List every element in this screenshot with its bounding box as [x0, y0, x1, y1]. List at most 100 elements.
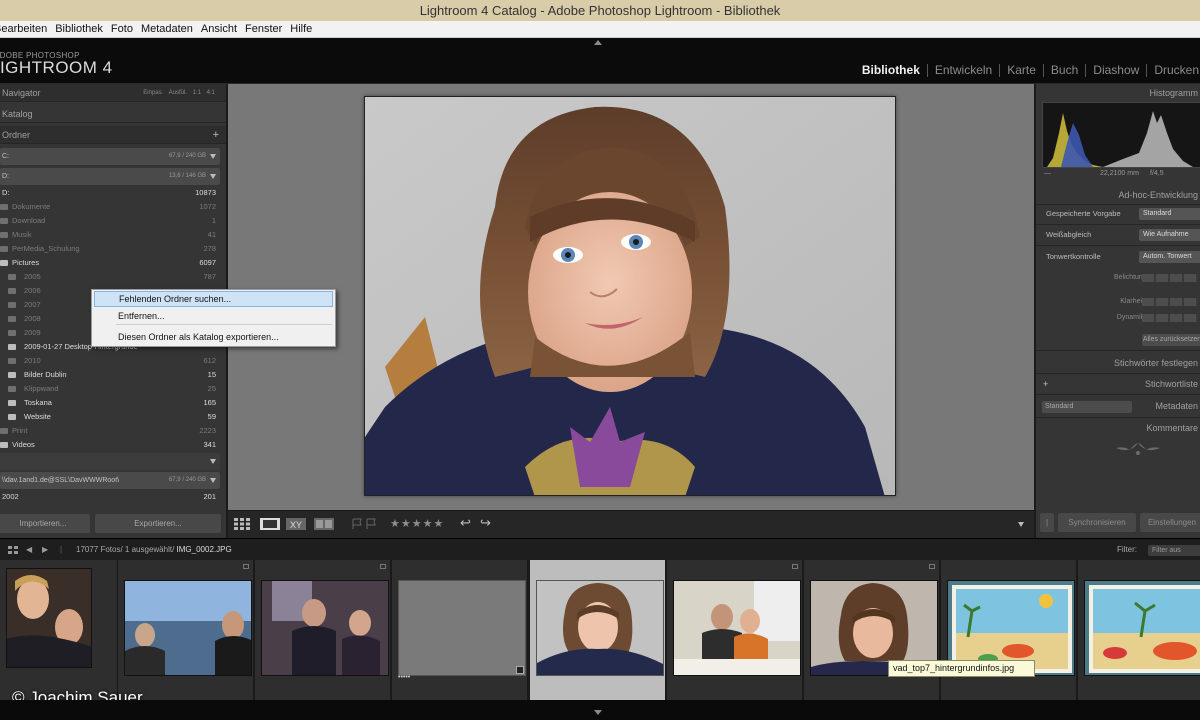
- main-photo[interactable]: [364, 96, 896, 496]
- module-drucken[interactable]: Drucken: [1146, 64, 1200, 77]
- folder-row[interactable]: D: 10873: [0, 186, 220, 200]
- reset-all-button[interactable]: Alles zurücksetzen: [1142, 334, 1200, 346]
- folder-count: 41: [207, 230, 216, 239]
- rotate-right-icon[interactable]: ↪: [480, 515, 491, 531]
- metadata-preset-select[interactable]: Standard: [1042, 401, 1132, 413]
- find-missing-folder-item[interactable]: Fehlenden Ordner suchen...: [94, 291, 333, 307]
- metadata-header[interactable]: Standard Metadaten: [1036, 397, 1200, 415]
- folder-row[interactable]: Videos 341: [0, 438, 220, 452]
- folder-row[interactable]: PerMedia_Schulung 278: [0, 242, 220, 256]
- filmstrip-thumbnail-selected[interactable]: [530, 560, 666, 700]
- menu-fenster[interactable]: Fenster: [241, 21, 286, 37]
- auto-tone-button[interactable]: Autom. Tonwert: [1139, 251, 1200, 263]
- collapse-top-arrow-icon[interactable]: [594, 40, 602, 45]
- folder-icon: [0, 218, 8, 224]
- clarity-row[interactable]: Klarheit: [1036, 296, 1200, 308]
- navigator-header[interactable]: Navigator Einpas. Ausfül. 1:1 4:1: [0, 84, 226, 102]
- survey-view-icon[interactable]: [314, 518, 334, 530]
- folder-icon: [0, 428, 8, 434]
- back-arrow-icon[interactable]: ◀: [26, 539, 32, 561]
- volume-webdav-expand-icon[interactable]: [210, 478, 216, 483]
- saved-preset-row[interactable]: Gespeicherte Vorgabe Standard: [1036, 206, 1200, 222]
- keywording-header[interactable]: Stichwörter festlegen: [1036, 354, 1200, 372]
- histogram-header[interactable]: Histogramm: [1036, 84, 1200, 102]
- filter-select[interactable]: Filter aus: [1148, 545, 1200, 556]
- folder-row[interactable]: Klippwand 25: [0, 382, 220, 396]
- sync-button[interactable]: Synchronisieren: [1058, 513, 1136, 532]
- sync-settings-button[interactable]: Einstellungen: [1140, 513, 1200, 532]
- menu-metadaten[interactable]: Metadaten: [137, 21, 197, 37]
- clarity-label: Klarheit: [1120, 298, 1144, 305]
- module-bibliothek[interactable]: Bibliothek: [855, 64, 927, 77]
- folder-row[interactable]: Print 2223: [0, 424, 220, 438]
- vibrance-row[interactable]: Dynamik: [1036, 312, 1200, 324]
- filmstrip-thumbnail[interactable]: [1078, 560, 1200, 700]
- folder-row[interactable]: Dokumente 1072: [0, 200, 220, 214]
- menu-bearbeiten[interactable]: Bearbeiten: [0, 21, 51, 37]
- folders-header[interactable]: Ordner +: [0, 126, 226, 144]
- sync-toggle[interactable]: |: [1040, 513, 1054, 532]
- export-button[interactable]: Exportieren...: [95, 514, 221, 533]
- filmstrip-thumbnail[interactable]: [941, 560, 1077, 700]
- toolbar-options-icon[interactable]: [1018, 522, 1024, 527]
- filmstrip-info[interactable]: 17077 Fotos/ 1 ausgewählt/ IMG_0002.JPG: [76, 539, 232, 561]
- comments-header[interactable]: Kommentare: [1036, 419, 1200, 437]
- forward-arrow-icon[interactable]: ▶: [42, 539, 48, 561]
- menu-hilfe[interactable]: Hilfe: [286, 21, 316, 37]
- export-as-catalog-item[interactable]: Diesen Ordner als Katalog exportieren...: [94, 329, 333, 345]
- folder-row[interactable]: Website 59: [0, 410, 220, 424]
- volume-c-expand-icon[interactable]: [210, 154, 216, 159]
- folder-row[interactable]: Download 1: [0, 214, 220, 228]
- module-buch[interactable]: Buch: [1042, 64, 1085, 77]
- folder-row[interactable]: 2002 201: [0, 490, 220, 504]
- tone-control-row[interactable]: Tonwertkontrolle Autom. Tonwert: [1036, 249, 1200, 265]
- folder-row[interactable]: Toskana 165: [0, 396, 220, 410]
- volume-d-expand-icon[interactable]: [210, 174, 216, 179]
- module-diashow[interactable]: Diashow: [1085, 64, 1146, 77]
- folder-row[interactable]: 2010 612: [0, 354, 220, 368]
- menu-foto[interactable]: Foto: [107, 21, 137, 37]
- loupe-view-icon[interactable]: [260, 518, 280, 530]
- remove-item[interactable]: Entfernen...: [94, 308, 333, 324]
- quick-develop-header[interactable]: Ad-hoc-Entwicklung: [1036, 186, 1200, 204]
- import-button[interactable]: Importieren...: [0, 514, 90, 533]
- clarity-stepper[interactable]: [1142, 298, 1198, 306]
- rotate-left-icon[interactable]: ↩: [460, 515, 471, 531]
- keyword-list-header[interactable]: + Stichwortliste: [1036, 375, 1200, 393]
- compare-view-icon[interactable]: XY: [286, 518, 306, 530]
- add-folder-icon[interactable]: +: [213, 126, 219, 144]
- filmstrip-thumbnail[interactable]: [255, 560, 391, 700]
- filmstrip-thumbnail[interactable]: •••••: [392, 560, 528, 700]
- exposure-row[interactable]: Belichtung: [1036, 272, 1200, 284]
- white-balance-row[interactable]: Weißabgleich Wie Aufnahme: [1036, 227, 1200, 243]
- collapse-bottom-arrow-icon[interactable]: [594, 710, 602, 715]
- grid-view-icon[interactable]: [234, 518, 250, 530]
- module-karte[interactable]: Karte: [999, 64, 1043, 77]
- folder-row[interactable]: Musik 41: [0, 228, 220, 242]
- folder-row[interactable]: 2005 787: [0, 270, 220, 284]
- add-keyword-icon[interactable]: +: [1043, 375, 1048, 393]
- filmstrip-thumbnail[interactable]: [118, 560, 254, 700]
- divider: |: [60, 545, 63, 554]
- flag-icons[interactable]: [352, 518, 378, 530]
- menu-ansicht[interactable]: Ansicht: [197, 21, 241, 37]
- module-entwickeln[interactable]: Entwickeln: [926, 64, 999, 77]
- volume-c[interactable]: C: 67,9 / 240 GB: [0, 148, 220, 165]
- navigator-zoom-options[interactable]: Einpas. Ausfül. 1:1 4:1: [143, 84, 215, 102]
- secondary-window-icon[interactable]: [8, 546, 18, 555]
- folder-row[interactable]: Bilder Dublin 15: [0, 368, 220, 382]
- vibrance-stepper[interactable]: [1142, 314, 1198, 322]
- catalog-header[interactable]: Katalog: [0, 105, 226, 123]
- filmstrip-thumbnail[interactable]: [667, 560, 803, 700]
- rating-stars[interactable]: ★★★★★: [390, 517, 444, 530]
- saved-preset-select[interactable]: Standard: [1139, 208, 1200, 220]
- volume-webdav[interactable]: \\dav.1and1.de@SSL\DavWWWRoot\ 67,9 / 24…: [0, 472, 220, 489]
- exposure-stepper[interactable]: [1142, 274, 1198, 282]
- filmstrip-thumbnail[interactable]: [0, 560, 118, 700]
- menu-bibliothek[interactable]: Bibliothek: [51, 21, 107, 37]
- volume-d[interactable]: D: 13,6 / 146 GB: [0, 168, 220, 185]
- white-balance-select[interactable]: Wie Aufnahme: [1139, 229, 1200, 241]
- collapse-icon[interactable]: [210, 459, 216, 464]
- filmstrip-thumbnail[interactable]: [804, 560, 940, 700]
- folder-row[interactable]: Pictures 6097: [0, 256, 220, 270]
